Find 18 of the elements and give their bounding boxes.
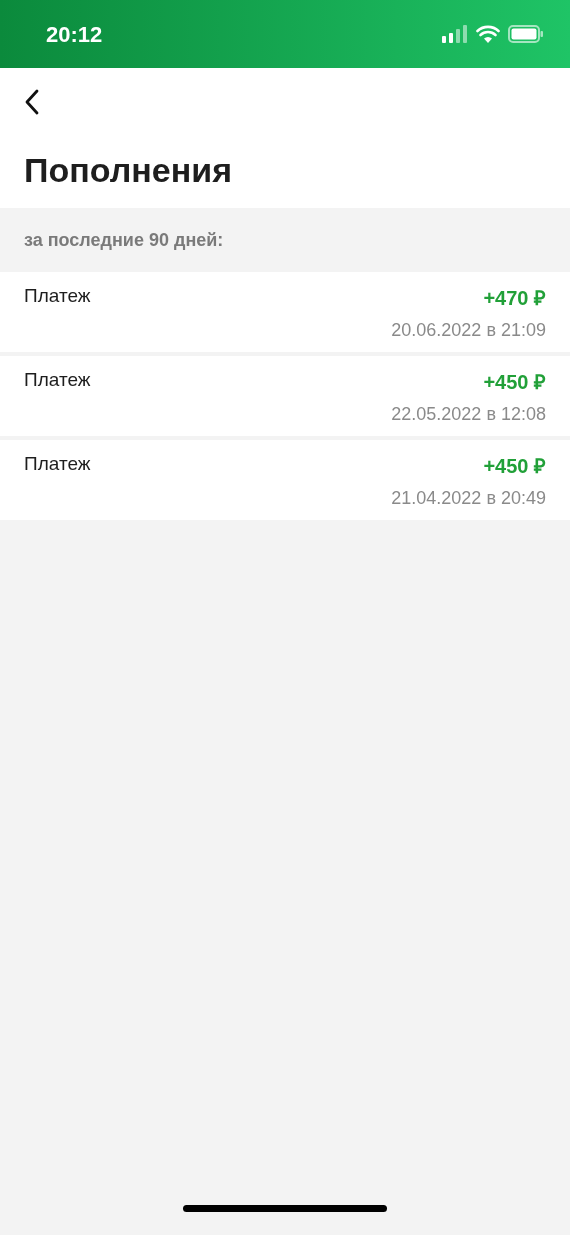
status-time: 20:12 — [46, 20, 103, 49]
battery-icon — [508, 25, 544, 43]
transaction-date: 21.04.2022 в 20:49 — [391, 487, 546, 510]
section-label: за последние 90 дней: — [24, 228, 224, 252]
transaction-row[interactable]: Платеж +450 ₽ 21.04.2022 в 20:49 — [0, 440, 570, 520]
transaction-date: 20.06.2022 в 21:09 — [391, 319, 546, 342]
transaction-name: Платеж — [24, 452, 91, 476]
transaction-amount: +470 ₽ — [483, 286, 546, 311]
transaction-amount: +450 ₽ — [483, 454, 546, 479]
transaction-row[interactable]: Платеж +450 ₽ 22.05.2022 в 12:08 — [0, 356, 570, 436]
signal-icon — [442, 25, 468, 43]
transaction-row[interactable]: Платеж +470 ₽ 20.06.2022 в 21:09 — [0, 272, 570, 352]
transaction-name: Платеж — [24, 284, 91, 308]
transaction-name: Платеж — [24, 368, 91, 392]
page-title: Пополнения — [24, 150, 233, 190]
transaction-amount: +450 ₽ — [483, 370, 546, 395]
transaction-date: 22.05.2022 в 12:08 — [391, 403, 546, 426]
wifi-icon — [476, 25, 500, 43]
